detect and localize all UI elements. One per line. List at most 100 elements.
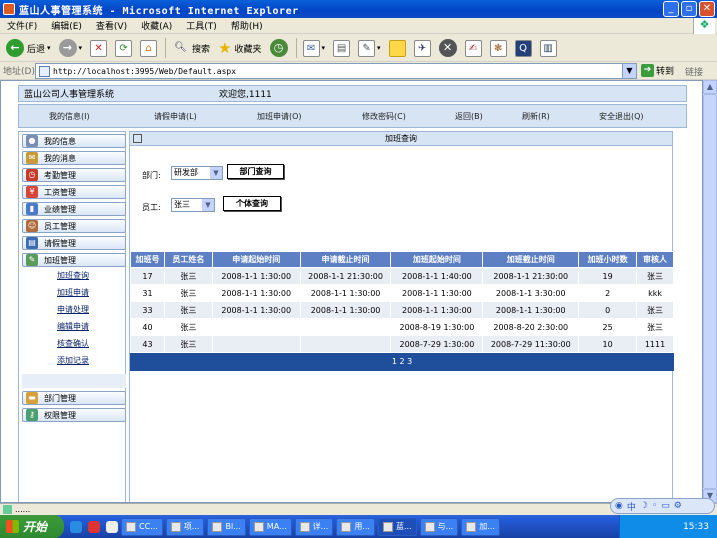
- task-item[interactable]: 与...: [419, 517, 459, 536]
- col-header: 加班号: [130, 251, 165, 268]
- punct-icon[interactable]: ◦: [652, 501, 657, 511]
- search-button[interactable]: 🔍︎ 搜索: [169, 37, 213, 59]
- forward-button[interactable]: → ▾: [56, 37, 86, 59]
- refresh-button[interactable]: ⟳: [112, 37, 135, 59]
- back-button[interactable]: ← 后退 ▾: [3, 37, 54, 59]
- task-item[interactable]: CC...: [121, 517, 163, 536]
- star-icon: ★: [218, 39, 232, 57]
- task-item[interactable]: MA...: [248, 517, 292, 536]
- start-button[interactable]: 开始: [0, 515, 64, 538]
- quicklaunch-ie-icon[interactable]: [70, 520, 82, 533]
- task-item[interactable]: 项...: [165, 517, 205, 536]
- chinese-input-icon[interactable]: 中: [627, 500, 636, 513]
- tool-a-button[interactable]: ✍: [462, 37, 485, 59]
- status-page-icon: [3, 505, 12, 514]
- tool-d-button[interactable]: ▥: [537, 37, 560, 59]
- sidebar: ● 我的信息 ✉ 我的消息 ◷ 考勤管理 ¥ 工资管理 ▮ 业绩管理 ☺ 员工管…: [18, 131, 126, 502]
- mail-button[interactable]: ✉ ▾: [300, 37, 329, 59]
- favorites-button[interactable]: ★ 收藏夹: [215, 37, 264, 59]
- task-item[interactable]: 加...: [461, 517, 500, 536]
- individual-query-button[interactable]: 个体查询: [223, 196, 281, 211]
- messenger-icon: ✕: [438, 39, 457, 57]
- note-button[interactable]: [386, 37, 409, 59]
- nav-leave-request[interactable]: 请假申请(L): [154, 111, 197, 122]
- nav-overtime-request[interactable]: 加班申请(O): [257, 111, 302, 122]
- menu-edit[interactable]: 编辑(E): [44, 19, 89, 32]
- clock-icon: ◷: [26, 169, 38, 181]
- quicklaunch-cursor-icon[interactable]: [106, 520, 118, 533]
- employee-select[interactable]: 张三 ▼: [171, 198, 215, 212]
- print-button[interactable]: ▤: [330, 37, 353, 59]
- tool-b-icon: ❃: [489, 39, 507, 57]
- sidebar-item-permissions[interactable]: ⚷ 权限管理: [22, 408, 126, 422]
- sub-link-overtime-query[interactable]: 加班查询: [57, 270, 89, 281]
- home-button[interactable]: ⌂: [137, 37, 160, 59]
- history-button[interactable]: ◷: [267, 37, 291, 59]
- menu-favorites[interactable]: 收藏(A): [134, 19, 179, 32]
- sub-link-verify[interactable]: 核查确认: [57, 338, 89, 349]
- language-bar[interactable]: ◉ 中 ☽ ◦ ▭ ⚙: [610, 498, 715, 514]
- nav-my-info[interactable]: 我的信息(I): [49, 111, 90, 122]
- restore-button[interactable]: ▫: [681, 1, 697, 17]
- sidebar-item-performance[interactable]: ▮ 业绩管理: [22, 202, 126, 216]
- pager-links[interactable]: 1 2 3: [392, 357, 412, 366]
- nav-back[interactable]: 返回(B): [455, 111, 483, 122]
- dept-query-button[interactable]: 部门查询: [227, 164, 284, 179]
- sidebar-item-my-messages[interactable]: ✉ 我的消息: [22, 151, 126, 165]
- sidebar-item-attendance[interactable]: ◷ 考勤管理: [22, 168, 126, 182]
- welcome-text: 欢迎您,1111: [219, 90, 272, 100]
- edit-button[interactable]: ✎ ▾: [355, 37, 384, 59]
- minimize-button[interactable]: _: [663, 1, 679, 17]
- task-item-active[interactable]: 蓝...: [377, 517, 417, 536]
- scroll-thumb[interactable]: [703, 94, 717, 489]
- sub-link-process-request[interactable]: 申请处理: [57, 304, 89, 315]
- col-header: 加班起始时间: [390, 251, 484, 268]
- task-item[interactable]: 用...: [336, 517, 375, 536]
- sidebar-divider: [22, 374, 126, 388]
- menu-help[interactable]: 帮助(H): [224, 19, 270, 32]
- task-item[interactable]: Bl...: [207, 517, 246, 536]
- messenger-button[interactable]: ✕: [436, 37, 460, 59]
- settings-icon[interactable]: ⚙: [674, 501, 682, 511]
- status-text: ......: [15, 505, 31, 514]
- message-icon: ✉: [26, 152, 38, 164]
- menu-view[interactable]: 查看(V): [89, 19, 134, 32]
- sidebar-item-employees[interactable]: ☺ 员工管理: [22, 219, 126, 233]
- task-item[interactable]: 详...: [294, 517, 334, 536]
- links-button[interactable]: 链接: [685, 65, 703, 78]
- close-button[interactable]: ✕: [699, 1, 715, 17]
- nav-refresh[interactable]: 刷新(R): [522, 111, 550, 122]
- nav-logout[interactable]: 安全退出(Q): [599, 111, 644, 122]
- nav-change-password[interactable]: 修改密码(C): [362, 111, 406, 122]
- pager[interactable]: 1 2 3: [130, 353, 674, 371]
- sidebar-item-leave[interactable]: ▤ 请假管理: [22, 236, 126, 250]
- sidebar-item-salary[interactable]: ¥ 工资管理: [22, 185, 126, 199]
- tool-c-button[interactable]: Q: [512, 37, 535, 59]
- sidebar-item-overtime[interactable]: ✎ 加班管理: [22, 253, 126, 267]
- clock[interactable]: 15:33: [683, 522, 709, 532]
- quicklaunch-app-icon[interactable]: [88, 520, 100, 533]
- sidebar-item-my-info[interactable]: ● 我的信息: [22, 134, 126, 148]
- sidebar-item-departments[interactable]: ▬ 部门管理: [22, 391, 126, 405]
- dept-select[interactable]: 研发部 ▼: [171, 166, 223, 180]
- research-button[interactable]: ✈: [411, 37, 434, 59]
- moon-icon[interactable]: ☽: [640, 501, 648, 511]
- address-dropdown-icon[interactable]: ▼: [622, 64, 636, 78]
- menu-tools[interactable]: 工具(T): [179, 19, 224, 32]
- menu-file[interactable]: 文件(F): [0, 19, 44, 32]
- sub-link-add-record[interactable]: 添加记录: [57, 355, 89, 366]
- ime-icon[interactable]: ◉: [615, 501, 623, 511]
- vertical-scrollbar[interactable]: ▲ ▼: [703, 80, 717, 503]
- user-icon: ●: [26, 135, 38, 147]
- web-viewport: 蓝山公司人事管理系统 欢迎您,1111 我的信息(I) 请假申请(L) 加班申请…: [0, 80, 703, 503]
- sub-link-edit-request[interactable]: 编辑申请: [57, 321, 89, 332]
- col-header: 申请起始时间: [211, 251, 301, 268]
- keyboard-icon[interactable]: ▭: [661, 501, 670, 511]
- scroll-up-icon[interactable]: ▲: [703, 80, 717, 94]
- address-input[interactable]: http://localhost:3995/Web/Default.aspx ▼: [35, 63, 637, 79]
- stop-button[interactable]: ✕: [87, 37, 110, 59]
- taskbar: 开始 CC... 项... Bl... MA... 详... 用... 蓝...…: [0, 515, 717, 538]
- tool-b-button[interactable]: ❃: [487, 37, 510, 59]
- sub-link-overtime-apply[interactable]: 加班申请: [57, 287, 89, 298]
- go-button[interactable]: ➔ 转到: [641, 64, 674, 77]
